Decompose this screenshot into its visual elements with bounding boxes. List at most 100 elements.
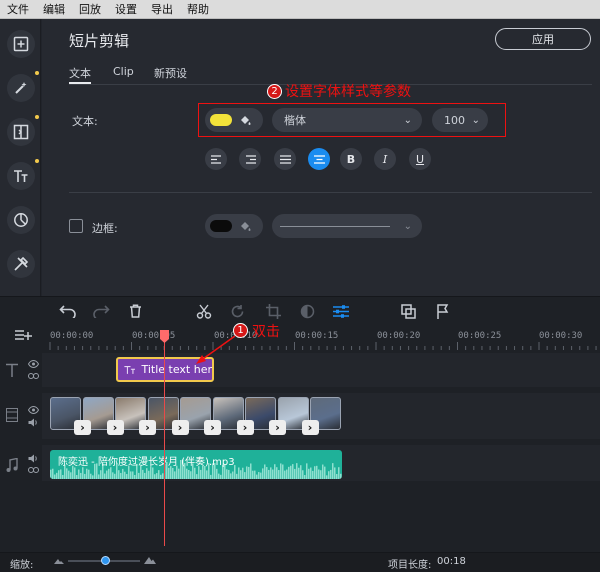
- waveform-bar: [118, 470, 120, 479]
- transition-marker[interactable]: ›: [204, 420, 221, 435]
- waveform-bar: [306, 463, 308, 479]
- waveform-bar: [286, 469, 288, 479]
- waveform-bar: [148, 470, 150, 479]
- link-icon[interactable]: [28, 466, 39, 474]
- overlay-icon[interactable]: [401, 304, 416, 319]
- waveform-bar: [150, 466, 152, 479]
- waveform-bar: [264, 464, 266, 479]
- transition-marker[interactable]: ›: [139, 420, 156, 435]
- playhead-handle[interactable]: [159, 329, 170, 344]
- align-right-button[interactable]: [239, 148, 261, 170]
- redo-icon[interactable]: [92, 304, 110, 318]
- undo-icon[interactable]: [59, 304, 77, 318]
- menu-playback[interactable]: 回放: [79, 1, 101, 17]
- waveform-bar: [88, 469, 90, 479]
- video-clip-strip[interactable]: › › › › › › › ›: [50, 397, 342, 435]
- border-checkbox[interactable]: [69, 219, 83, 233]
- import-button[interactable]: [7, 30, 35, 58]
- waveform-bar: [220, 474, 222, 479]
- waveform-bar: [308, 468, 310, 479]
- add-track-icon[interactable]: [14, 329, 32, 343]
- transition-marker[interactable]: ›: [106, 420, 124, 435]
- align-left-button[interactable]: [205, 148, 227, 170]
- speaker-icon[interactable]: [28, 454, 39, 463]
- link-icon[interactable]: [28, 372, 39, 380]
- menu-help[interactable]: 帮助: [187, 1, 209, 17]
- clip-properties-icon[interactable]: [333, 304, 349, 319]
- transition-marker[interactable]: ›: [236, 420, 254, 435]
- italic-button[interactable]: I: [374, 148, 396, 170]
- underline-button[interactable]: U: [409, 148, 431, 170]
- waveform-bar: [330, 469, 332, 479]
- transitions-button[interactable]: [7, 118, 35, 146]
- waveform-bar: [252, 470, 254, 479]
- border-style-select[interactable]: ⌄: [272, 214, 422, 238]
- waveform-bar: [278, 470, 280, 479]
- transition-marker[interactable]: ›: [74, 420, 91, 435]
- waveform-bar: [194, 467, 196, 479]
- transition-marker[interactable]: ›: [269, 420, 286, 435]
- waveform-bar: [230, 473, 232, 479]
- menu-edit[interactable]: 编辑: [43, 1, 65, 17]
- waveform-bar: [62, 474, 64, 479]
- audio-clip[interactable]: 陈奕迅 - 陪你度过漫长岁月 (伴奏).mp3: [50, 450, 342, 479]
- waveform-bar: [138, 472, 140, 479]
- menu-bar: 文件 编辑 回放 设置 导出 帮助: [0, 0, 600, 19]
- tab-text[interactable]: 文本: [69, 65, 91, 81]
- eye-icon[interactable]: [28, 406, 39, 414]
- ruler-label: 00:00:25: [458, 331, 502, 341]
- align-right-icon: [245, 154, 256, 164]
- waveform-bar: [318, 469, 320, 479]
- color-adjust-icon[interactable]: [300, 304, 315, 319]
- menu-settings[interactable]: 设置: [115, 1, 137, 17]
- apply-button[interactable]: 应用: [495, 28, 591, 50]
- waveform-bar: [188, 470, 190, 479]
- waveform-bar: [58, 470, 60, 479]
- speaker-icon[interactable]: [28, 418, 39, 427]
- tools-button[interactable]: [7, 250, 35, 278]
- waveform-bar: [152, 467, 154, 479]
- tab-new-preset[interactable]: 新预设: [154, 65, 187, 81]
- waveform-bar: [52, 468, 54, 479]
- annotation-box: [198, 103, 506, 137]
- waveform-bar: [260, 472, 262, 479]
- menu-file[interactable]: 文件: [7, 1, 29, 17]
- eye-icon[interactable]: [28, 360, 39, 368]
- music-track-icon: [6, 458, 18, 472]
- waveform-bar: [130, 471, 132, 479]
- waveform-bar: [250, 463, 252, 479]
- transition-marker[interactable]: ›: [171, 420, 189, 435]
- waveform-bar: [92, 475, 94, 479]
- zoom-label: 缩放:: [10, 560, 34, 571]
- filters-button[interactable]: [7, 74, 35, 102]
- tab-clip[interactable]: Clip: [113, 65, 134, 78]
- waveform-bar: [160, 474, 162, 479]
- bold-button[interactable]: B: [340, 148, 362, 170]
- waveform-bar: [280, 463, 282, 479]
- waveform-bar: [100, 470, 102, 479]
- trash-icon[interactable]: [129, 304, 142, 318]
- text-icon: [14, 170, 28, 182]
- zoom-out-icon[interactable]: [54, 558, 64, 564]
- waveform-bar: [324, 466, 326, 479]
- align-center-button[interactable]: [308, 148, 330, 170]
- waveform-bar: [190, 471, 192, 479]
- waveform-bar: [156, 473, 158, 479]
- menu-export[interactable]: 导出: [151, 1, 173, 17]
- waveform-bar: [298, 467, 300, 479]
- rotate-icon[interactable]: [230, 304, 245, 319]
- stickers-button[interactable]: [7, 206, 35, 234]
- flag-marker-icon[interactable]: [436, 304, 449, 319]
- waveform-bar: [300, 465, 302, 479]
- waveform-bar: [84, 473, 86, 479]
- justify-button[interactable]: [274, 148, 296, 170]
- waveform-bar: [210, 474, 212, 479]
- zoom-in-icon[interactable]: [144, 556, 156, 564]
- crop-icon[interactable]: [266, 304, 281, 319]
- new-dot: [35, 159, 39, 163]
- border-color-picker[interactable]: [205, 214, 263, 238]
- scissors-icon[interactable]: [196, 304, 212, 319]
- transition-marker[interactable]: ›: [301, 420, 319, 435]
- titles-button[interactable]: [7, 162, 35, 190]
- project-length-label: 项目长度:: [388, 560, 432, 571]
